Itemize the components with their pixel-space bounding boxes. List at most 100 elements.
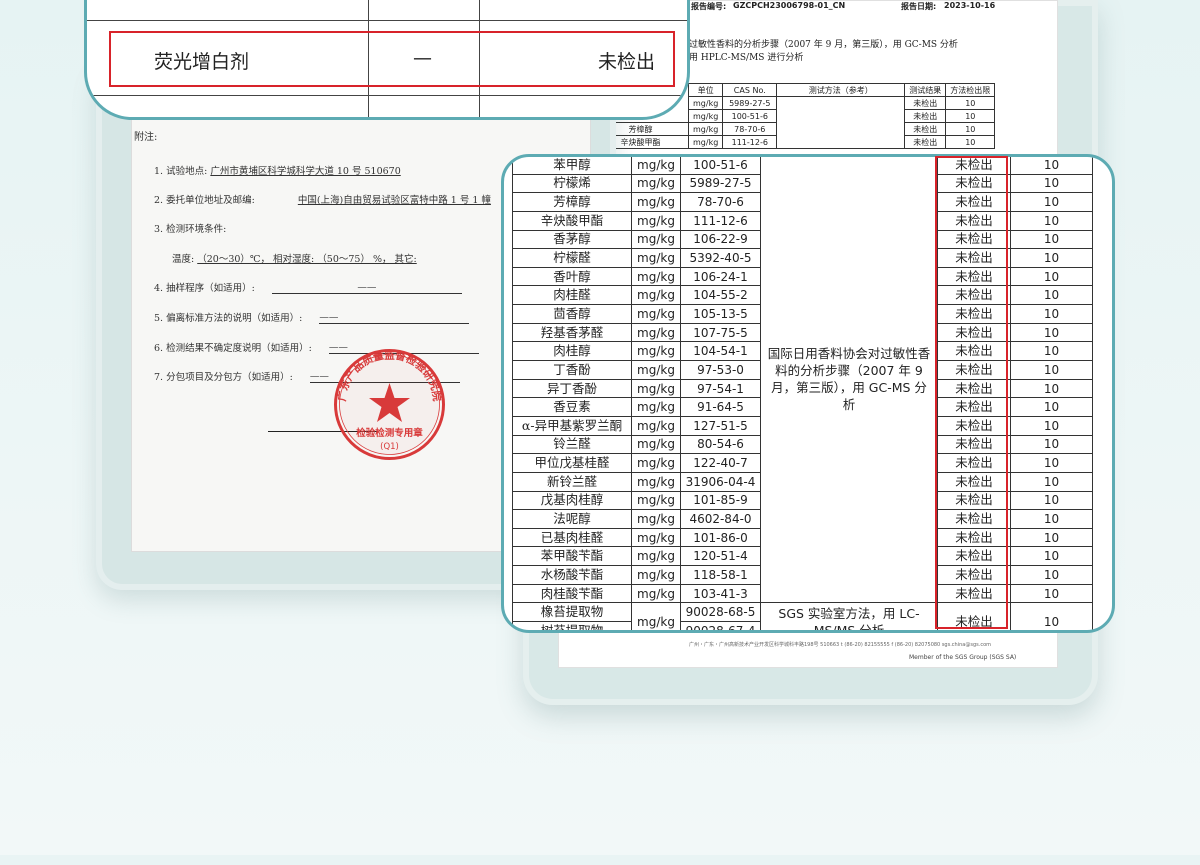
fragrance-name: 甲位戊基桂醛	[512, 453, 632, 473]
cas-number: 90028-67-4	[680, 621, 761, 630]
fragrance-name: 苯甲酸苄酯	[512, 546, 632, 567]
test-result: 未检出	[937, 360, 1011, 380]
mini-cas: 5989-27-5	[722, 96, 778, 110]
cas-number: 106-24-1	[680, 266, 761, 287]
test-result: 未检出	[937, 546, 1011, 567]
cas-number: 106-22-9	[680, 229, 761, 250]
note-value: （20～30）℃， 相对湿度: （50～75） %， 其它:	[197, 254, 417, 265]
unit-cell: mg/kg	[631, 434, 681, 455]
fragrance-name: 香叶醇	[512, 266, 632, 287]
fragrance-name: 肉桂醛	[512, 285, 632, 306]
mini-header-unit: 单位	[687, 83, 724, 97]
unit-cell: mg/kg	[631, 527, 681, 548]
cas-number: 100-51-6	[680, 157, 761, 175]
test-result: 未检出	[937, 565, 1011, 585]
unit-cell: mg/kg	[631, 378, 681, 399]
sgs-member-text: Member of the SGS Group (SGS SA)	[909, 654, 1017, 661]
mini-result: 未检出	[904, 96, 947, 110]
test-result: 未检出	[937, 341, 1011, 362]
detection-limit: 10	[1010, 322, 1093, 343]
cas-number: 97-53-0	[680, 360, 761, 380]
note-label: 4. 抽样程序（如适用）:	[154, 283, 255, 294]
cas-number: 127-51-5	[680, 415, 761, 436]
fragrance-name: 香豆素	[512, 397, 632, 417]
unit-cell: mg/kg	[631, 285, 681, 306]
detection-limit: 10	[1010, 266, 1093, 287]
report-collage: 报告编号: GZCPCH23006798-01_CN 报告日期: 2023-10…	[0, 0, 1200, 865]
unit-cell: mg/kg	[631, 397, 681, 417]
table-row: 橡苔提取物 mg/kg 90028-68-5 SGS 实验室方法，用 LC-MS/MS…	[512, 602, 1093, 630]
test-result: 未检出	[937, 173, 1011, 194]
note-value: 中国(上海)自由贸易试验区富特中路 1 号 1 幢	[297, 195, 491, 206]
fragrance-name: 橡苔提取物	[512, 602, 632, 623]
test-result: 未检出	[937, 471, 1011, 492]
mini-header-cas: CAS No.	[722, 83, 778, 97]
note-item: 5. 偏离标准方法的说明（如适用）: ——	[154, 310, 470, 324]
cas-number: 4602-84-0	[680, 509, 761, 529]
whitener-dash: —	[413, 47, 432, 69]
detection-limit: 10	[1010, 527, 1093, 548]
fragrance-name: 水杨酸苄酯	[512, 565, 632, 585]
unit-cell: mg/kg	[631, 304, 681, 324]
detection-limit: 10	[1010, 341, 1093, 362]
mini-cas: 100-51-6	[722, 109, 778, 123]
test-result: 未检出	[937, 415, 1011, 436]
detection-limit: 10	[1010, 490, 1093, 511]
mini-limit: 10	[945, 109, 996, 123]
detection-limit: 10	[1010, 210, 1093, 231]
table-grid-line	[87, 20, 687, 21]
bottom-band	[0, 855, 1200, 865]
cas-number: 101-85-9	[680, 490, 761, 511]
unit-cell: mg/kg	[631, 360, 681, 380]
seal-sub-text: 检验检测专用章	[356, 427, 423, 439]
table-grid-line	[87, 95, 687, 96]
seal-code-text: (Q1)	[380, 442, 399, 452]
unit-cell: mg/kg	[631, 583, 681, 604]
detection-limit: 10	[1010, 192, 1093, 212]
fragrance-name: 已基肉桂醛	[512, 527, 632, 548]
mini-unit: mg/kg	[687, 96, 724, 110]
fragrance-name: 丁香酚	[512, 360, 632, 380]
cas-number: 120-51-4	[680, 546, 761, 567]
unit-cell: mg/kg	[631, 546, 681, 567]
cas-number: 78-70-6	[680, 192, 761, 212]
inspection-seal-stamp: 广东产品质量监督检验研究院 检验检测专用章 (Q1)	[334, 348, 445, 460]
test-result: 未检出	[937, 434, 1011, 455]
detection-limit: 10	[1010, 285, 1093, 306]
test-result: 未检出	[937, 229, 1011, 250]
unit-cell: mg/kg	[631, 453, 681, 473]
cas-number: 31906-04-4	[680, 471, 761, 492]
report-date-label: 报告日期:	[901, 2, 937, 11]
mini-method-cell	[776, 96, 906, 149]
mini-result: 未检出	[904, 122, 947, 136]
unit-cell: mg/kg	[631, 210, 681, 231]
unit-cell: mg/kg	[631, 341, 681, 362]
cas-number: 107-75-5	[680, 322, 761, 343]
fragrance-name: 羟基香茅醛	[512, 322, 632, 343]
note-item: 2. 委托单位地址及邮编: 中国(上海)自由贸易试验区富特中路 1 号 1 幢	[154, 192, 491, 206]
method-line-2: 用 HPLC-MS/MS 进行分析	[689, 53, 804, 63]
unit-cell: mg/kg	[631, 157, 681, 175]
table-row: 苯甲醇 mg/kg 100-51-6 国际日用香料协会对过敏性香料的分析步骤（2007…	[512, 157, 1093, 604]
detection-limit: 10	[1010, 360, 1093, 380]
unit-cell: mg/kg	[631, 192, 681, 212]
notes-title: 附注:	[134, 132, 158, 143]
test-result: 未检出	[937, 397, 1011, 417]
report-footer-address: 广州・广东・广州高新技术产业开发区科学城科丰路198号 510663 t (86…	[689, 642, 991, 648]
note-item: 温度: （20～30）℃， 相对湿度: （50～75） %， 其它:	[172, 251, 417, 265]
detection-limit: 10	[1010, 509, 1093, 529]
allergen-fragrance-table: 苯甲醇 mg/kg 100-51-6 国际日用香料协会对过敏性香料的分析步骤（2007…	[512, 157, 1093, 630]
report-number: GZCPCH23006798-01_CN	[733, 1, 846, 10]
test-result: 未检出	[937, 583, 1011, 604]
unit-cell: mg/kg	[631, 248, 681, 268]
detection-limit: 10	[1010, 546, 1093, 567]
detection-limit: 10	[1010, 602, 1093, 630]
mini-unit: mg/kg	[687, 109, 724, 123]
note-value: 广州市黄埔区科学城科学大道 10 号 510670	[210, 166, 401, 177]
cas-number: 5392-40-5	[680, 248, 761, 268]
detection-limit: 10	[1010, 453, 1093, 473]
fragrance-name: 辛炔酸甲酯	[512, 210, 632, 231]
whitener-name: 荧光增白剂	[154, 51, 250, 73]
note-label: 温度:	[172, 254, 195, 265]
fragrance-name: 异丁香酚	[512, 378, 632, 399]
